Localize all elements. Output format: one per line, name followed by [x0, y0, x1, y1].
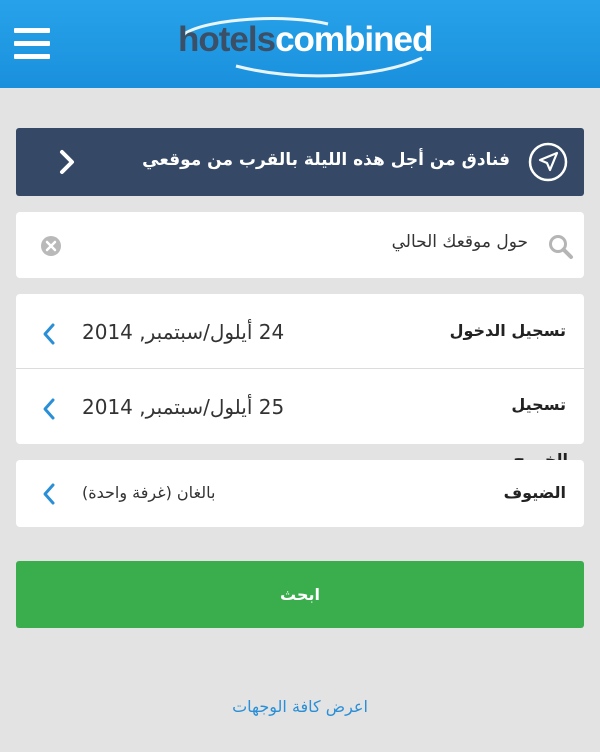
- chevron-left-icon: [43, 483, 55, 505]
- chevron-left-icon: [43, 398, 55, 420]
- logo[interactable]: hotelscombined: [178, 16, 433, 80]
- clear-icon[interactable]: [40, 235, 62, 257]
- menu-icon-bar: [14, 54, 50, 59]
- logo-text: hotelscombined: [178, 20, 433, 60]
- nearby-hotels-label: فنادق من أجل هذه الليلة بالقرب من موقعي: [142, 150, 510, 170]
- dates-card: تسجيل الدخول 24 أيلول/سبتمبر, 2014 تسجيل…: [16, 294, 584, 444]
- chevron-left-icon: [60, 150, 74, 174]
- search-button[interactable]: ابحث: [16, 561, 584, 628]
- checkin-row[interactable]: تسجيل الدخول 24 أيلول/سبتمبر, 2014: [16, 294, 584, 369]
- menu-icon-bar: [14, 41, 50, 46]
- checkin-value: 24 أيلول/سبتمبر, 2014: [82, 320, 285, 344]
- top-bar: hotelscombined: [0, 0, 600, 88]
- search-icon: [549, 235, 573, 259]
- guests-label: الضيوف: [503, 483, 566, 502]
- location-search-field[interactable]: حول موقعك الحالي: [16, 212, 584, 278]
- nearby-hotels-button[interactable]: فنادق من أجل هذه الليلة بالقرب من موقعي: [16, 128, 584, 196]
- logo-hotels: hotels: [178, 20, 276, 59]
- checkout-label: تسجيل: [511, 395, 566, 414]
- checkout-row[interactable]: تسجيل 25 أيلول/سبتمبر, 2014: [16, 369, 584, 443]
- chevron-left-icon: [43, 323, 55, 345]
- menu-icon: [14, 28, 50, 33]
- logo-combined: combined: [275, 20, 433, 59]
- guests-value: بالغان (غرفة واحدة): [82, 483, 216, 502]
- guests-row[interactable]: الضيوف بالغان (غرفة واحدة): [16, 460, 584, 527]
- search-input[interactable]: حول موقعك الحالي: [392, 232, 528, 252]
- menu-button[interactable]: [14, 28, 50, 60]
- location-arrow-icon: [528, 142, 568, 182]
- checkout-value: 25 أيلول/سبتمبر, 2014: [82, 395, 285, 419]
- checkin-label: تسجيل الدخول: [449, 321, 566, 340]
- all-destinations-link[interactable]: اعرض كافة الوجهات: [0, 697, 600, 716]
